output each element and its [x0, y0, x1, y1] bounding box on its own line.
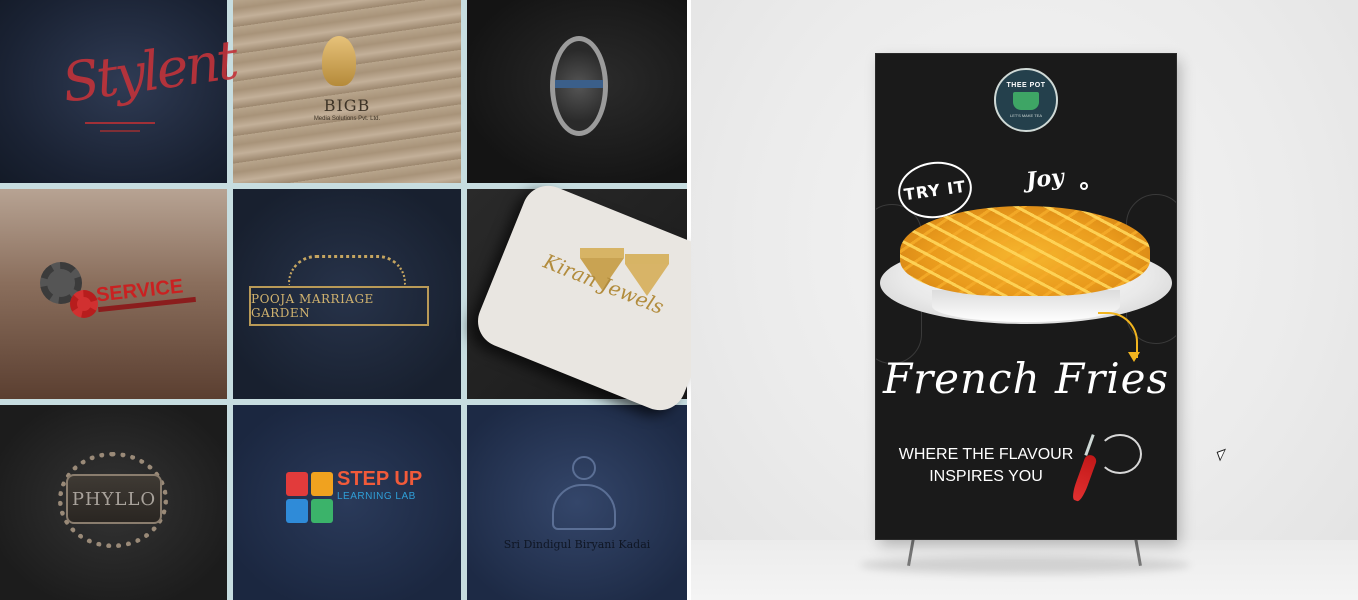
- chef-icon: [572, 456, 596, 480]
- gear-small-icon: [70, 290, 98, 318]
- pooja-ornament-icon: [288, 255, 406, 285]
- stylent-underline-small: [100, 130, 140, 132]
- block-red: [286, 472, 308, 496]
- joy-text: Joy: [1024, 164, 1066, 194]
- poster-tagline: WHERE THE FLAVOUR INSPIRES YOU: [896, 444, 1076, 488]
- chili-stem: [1084, 434, 1095, 456]
- brand-tagline: LET'S MAKE TEA: [1009, 113, 1043, 118]
- pooja-logo-frame: POOJA MARRIAGE GARDEN: [249, 286, 429, 326]
- tile-stepup: [233, 405, 461, 600]
- phyllo-logo-text: PHYLLO: [71, 488, 157, 510]
- tile-bigb: [233, 0, 461, 183]
- bigb-logo-text: BIGB: [323, 96, 371, 115]
- brand-name: THEE POT: [1006, 82, 1046, 89]
- swirl-doodle-icon: [1098, 434, 1142, 474]
- tea-pot-icon: [1013, 92, 1039, 110]
- stepup-logo-text: STEP UP: [337, 468, 423, 490]
- biryani-logo-text: Sri Dindigul Biryani Kadai: [503, 538, 651, 551]
- poster-tagline-line2: INSPIRES YOU: [929, 468, 1043, 485]
- seal-badge-band: [555, 80, 603, 88]
- block-blue: [286, 499, 308, 523]
- poster-title: French Fries: [882, 354, 1170, 403]
- phyllo-badge: PHYLLO: [66, 474, 162, 524]
- try-it-text: TRY IT: [902, 176, 968, 204]
- stylent-underline: [85, 122, 155, 124]
- sparkle-icon: [1080, 182, 1088, 190]
- bigb-logo-subtitle: Media Solutions Pvt. Ltd.: [313, 116, 381, 122]
- diamond-icon-2: [625, 254, 669, 264]
- block-orange: [311, 472, 333, 496]
- bigb-flame-emblem-icon: [322, 36, 356, 86]
- stepup-blocks-icon: [286, 472, 336, 524]
- french-fries-poster: THEE POT LET'S MAKE TEA TRY IT Joy Frenc…: [876, 54, 1176, 539]
- french-fries-image: [900, 206, 1150, 296]
- poster-tagline-line1: WHERE THE FLAVOUR: [898, 446, 1074, 463]
- block-green: [311, 499, 333, 523]
- thee-pot-logo: THEE POT LET'S MAKE TEA: [994, 68, 1058, 132]
- diamond-icon: [580, 248, 624, 258]
- pooja-logo-text: POOJA MARRIAGE GARDEN: [251, 292, 374, 320]
- stepup-logo-subtitle: LEARNING LAB: [337, 491, 416, 502]
